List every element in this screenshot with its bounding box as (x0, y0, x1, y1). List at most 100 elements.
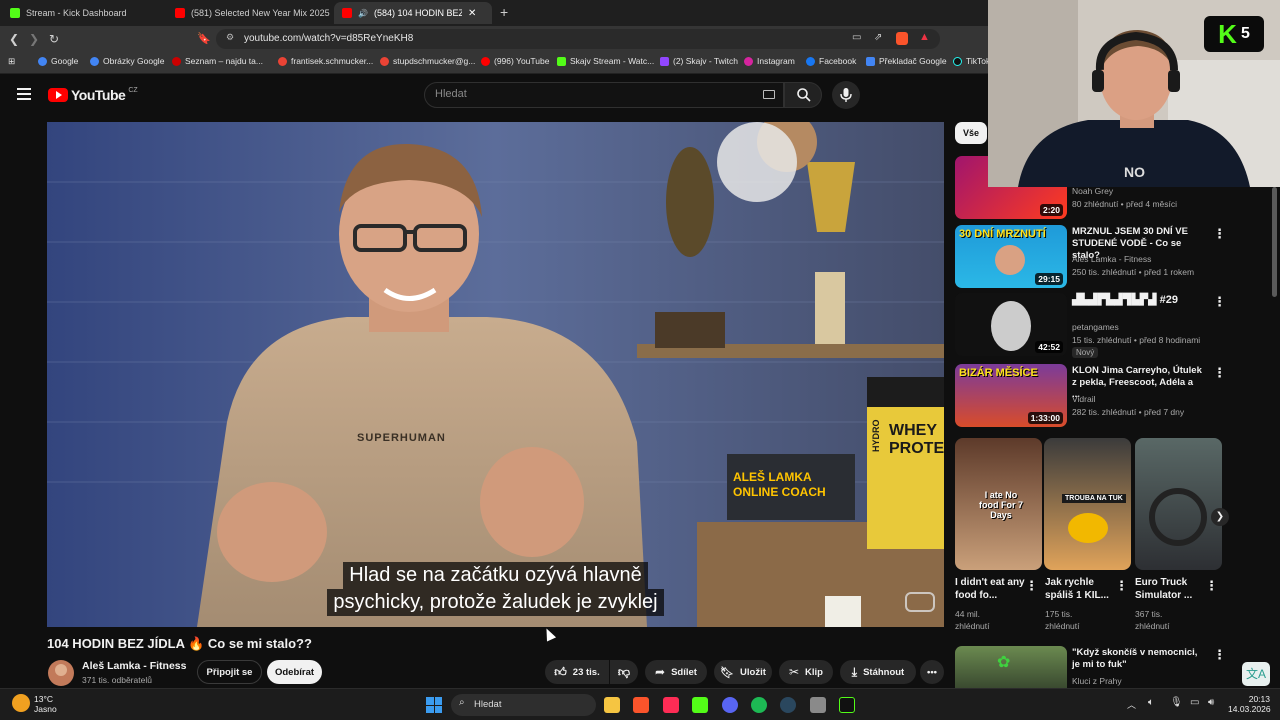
related-channel[interactable]: Vidrail (1072, 393, 1095, 405)
bookmark-gmail-1[interactable]: frantisek.schmucker... (278, 56, 373, 66)
related-video-thumbnail[interactable]: 42:52 (955, 293, 1067, 356)
menu-icon[interactable] (17, 88, 31, 100)
related-title[interactable]: "Když skončíš v nemocnici, je mi to fuk" (1072, 647, 1202, 671)
brave-shield-icon[interactable] (896, 32, 908, 45)
network-icon[interactable]: ▭ (1190, 697, 1199, 708)
reload-icon[interactable]: ↻ (46, 31, 62, 47)
weather-icon[interactable] (12, 694, 30, 712)
short-title[interactable]: Euro Truck Simulator ... (1135, 576, 1207, 602)
join-button[interactable]: Připojit se (197, 660, 262, 684)
streaming-app-icon[interactable] (839, 697, 855, 713)
taskbar-search[interactable]: ⌕ Hledat (451, 694, 596, 716)
forward-icon[interactable]: ❯ (26, 31, 42, 47)
windows-start-icon[interactable] (426, 697, 442, 713)
bookmark-gmail-2[interactable]: stupdschmucker@g... (380, 56, 475, 66)
more-vertical-icon[interactable]: ⋮ (1213, 226, 1226, 242)
new-badge: Nový (1072, 347, 1099, 358)
brave-rewards-icon[interactable]: ▲ (919, 31, 930, 43)
keyboard-icon[interactable] (763, 90, 775, 99)
more-vertical-icon[interactable]: ⋮ (1213, 294, 1226, 310)
bookmark-seznam[interactable]: Seznam – najdu ta... (172, 56, 263, 66)
bookmark-google[interactable]: Google (38, 56, 78, 66)
brave-icon[interactable] (633, 697, 649, 713)
short-thumbnail[interactable]: TROUBA NA TUK (1044, 438, 1131, 570)
chip-all[interactable]: Vše (955, 122, 987, 144)
more-vertical-icon[interactable]: ⋮ (1025, 578, 1038, 594)
related-video-thumbnail[interactable]: ✿ (955, 646, 1067, 688)
mic-tray-icon[interactable]: 🎙︎ (1170, 697, 1183, 708)
back-icon[interactable]: ❮ (6, 31, 22, 47)
close-tab-icon[interactable]: ✕ (468, 8, 476, 19)
spotify-icon[interactable] (751, 697, 767, 713)
channel-avatar[interactable] (48, 660, 74, 686)
short-title[interactable]: I didn't eat any food fo... (955, 576, 1027, 602)
discord-icon[interactable] (722, 697, 738, 713)
short-thumbnail[interactable] (1135, 438, 1222, 570)
like-button[interactable]: 👍︎ 23 tis. (545, 660, 609, 684)
steam-icon[interactable] (780, 697, 796, 713)
more-vertical-icon[interactable]: ⋮ (1205, 578, 1218, 594)
bookmark-icon[interactable]: 🔖 (196, 31, 212, 47)
kick-app-icon[interactable] (692, 697, 708, 713)
app-icon[interactable] (810, 697, 826, 713)
clock[interactable]: 20:13 14.03.2026 (1228, 694, 1271, 714)
bookmark-kick[interactable]: Skajv Stream - Watc... (557, 56, 654, 66)
bookmark-facebook[interactable]: Facebook (806, 56, 856, 66)
related-channel[interactable]: Aleš Lamka - Fitness (1072, 253, 1151, 265)
share-icon[interactable]: ⇗ (874, 32, 882, 43)
bookmark-obrazky[interactable]: Obrázky Google (90, 56, 164, 66)
bookmark-instagram[interactable]: Instagram (744, 56, 795, 66)
video-player[interactable]: SUPERHUMAN ALEŠ LAMKA ONLINE COACH WHEY … (47, 122, 944, 627)
sign-line-2: ONLINE COACH (733, 485, 826, 499)
bookmark-youtube[interactable]: (996) YouTube (481, 56, 549, 66)
audio-tray-icon[interactable]: 🔈︎ (1148, 697, 1154, 708)
download-button[interactable]: ⤓ Stáhnout (840, 660, 916, 684)
save-button[interactable]: 🔖︎ Uložit (714, 660, 772, 684)
video-frame (47, 122, 944, 627)
subscribe-button[interactable]: Odebírat (267, 660, 322, 684)
seznam-icon (172, 56, 181, 66)
search-button[interactable] (784, 82, 822, 108)
tiktok-app-icon[interactable] (663, 697, 679, 713)
more-vertical-icon[interactable]: ⋮ (1115, 578, 1128, 594)
related-channel[interactable]: Kluci z Prahy (1072, 675, 1122, 687)
related-video-thumbnail[interactable]: BIZÁR MĚSÍCE 1:33:00 (955, 364, 1067, 427)
related-video-thumbnail[interactable]: 30 DNÍ MRZNUTÍ 29:15 (955, 225, 1067, 288)
clip-button[interactable]: ✂ Klip (779, 660, 833, 684)
shorts-next-button[interactable]: ❯ (1211, 508, 1229, 526)
related-channel[interactable]: petangames (1072, 321, 1119, 333)
url-bar[interactable]: ⚙ youtube.com/watch?v=d85ReYneKH8 ▭ ⇗ ▲ (216, 29, 940, 49)
tab-104-hodin[interactable]: 🔊 (584) 104 HODIN BEZ JÍDLA 🔥 ✕ (334, 2, 492, 24)
translate-icon[interactable]: 文A (1242, 662, 1270, 686)
more-vertical-icon[interactable]: ⋮ (1213, 647, 1226, 663)
short-views: 367 tis. zhlédnutí (1135, 609, 1170, 631)
bookmark-twitch[interactable]: (2) Skajv - Twitch (660, 56, 738, 66)
related-title[interactable]: ▟▙▟▛▙▟▜▙▛▟ #29 (1072, 294, 1202, 306)
short-title[interactable]: Jak rychle spáliš 1 KIL... (1045, 576, 1117, 602)
more-actions-button[interactable]: ••• (920, 660, 944, 684)
sidebar-scrollbar[interactable] (1272, 187, 1277, 297)
search-input[interactable]: Hledat (424, 82, 784, 108)
more-vertical-icon[interactable]: ⋮ (1213, 365, 1226, 381)
voice-search-button[interactable] (832, 81, 860, 109)
tab-new-year-mix[interactable]: (581) Selected New Year Mix 2025 - Y (167, 2, 332, 24)
tab-kick-dashboard[interactable]: Stream - Kick Dashboard (2, 2, 167, 24)
apps-icon[interactable]: ⊞ (8, 56, 15, 67)
file-explorer-icon[interactable] (604, 697, 620, 713)
share-button[interactable]: ➦ Sdílet (645, 660, 707, 684)
kick-logo-icon: K (1218, 19, 1237, 49)
leaf-icon: ✿ (997, 654, 1011, 671)
short-thumbnail[interactable]: I ate No food For 7 Days (955, 438, 1042, 570)
cast-icon[interactable]: ▭ (852, 32, 861, 43)
translate-icon (866, 56, 875, 66)
bookmark-tiktok[interactable]: TikTok (953, 56, 990, 66)
channel-name[interactable]: Aleš Lamka - Fitness (82, 660, 186, 672)
site-info-icon[interactable]: ⚙ (226, 32, 234, 43)
bookmark-translate[interactable]: Překladač Google (866, 56, 947, 66)
tray-chevron-icon[interactable]: ︿ (1127, 698, 1136, 711)
youtube-logo[interactable]: YouTube CZ (48, 87, 138, 103)
dislike-button[interactable]: 👎︎ (610, 660, 638, 684)
volume-icon[interactable]: 🔊︎ (1208, 697, 1214, 708)
new-tab-button[interactable]: + (500, 4, 508, 20)
weather-widget[interactable]: 13°C Jasno (34, 694, 57, 714)
